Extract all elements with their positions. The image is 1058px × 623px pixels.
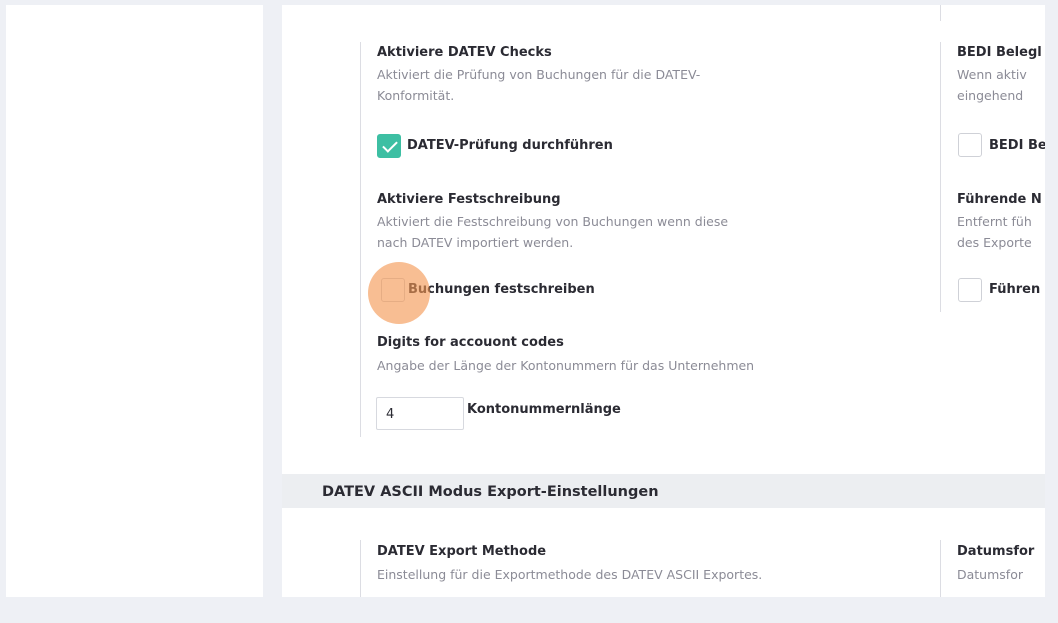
bedi-checkbox[interactable] [958,133,982,157]
click-indicator [368,262,430,324]
export-method-desc-line1: Einstellung für die Exportmethode des DA… [377,567,763,582]
datumsformat-title: Datumsfor [957,544,1035,559]
datev-check-checkbox[interactable] [377,134,401,158]
bedi-title: BEDI Belegl [957,45,1042,60]
datev-checks-title: Aktiviere DATEV Checks [377,45,552,60]
bedi-checkbox-label[interactable]: BEDI Be [989,138,1045,153]
fuehrende-desc-line1: Entfernt füh [957,214,1032,229]
datumsformat-desc: Datumsfor [957,567,1023,582]
right-column-clip: BEDI Belegl Wenn aktiv eingehend BEDI Be… [940,5,1045,597]
digits-desc: Angabe der Länge der Kontonummern für da… [377,358,755,373]
fuehrende-desc-line2: des Exporte [957,235,1032,250]
fuehrende-checkbox[interactable] [958,278,982,302]
bottom-background [0,597,1058,623]
ascii-section-header: DATEV ASCII Modus Export-Einstellungen [282,474,1045,508]
account-digits-label: Kontonummernlänge [467,402,621,417]
ascii-section-title: DATEV ASCII Modus Export-Einstellungen [322,484,659,500]
digits-title: Digits for accouont codes [377,335,564,350]
festschreibung-checkbox-label[interactable]: Buchungen festschreiben [408,282,595,297]
column-divider-ascii-left [360,540,361,597]
account-digits-input[interactable]: 4 [376,397,464,430]
datev-checks-desc-line2: Konformität. [377,88,455,103]
column-divider-left [360,42,361,437]
fuehrende-title: Führende N [957,192,1042,207]
festschreibung-desc-line2: nach DATEV importiert werden. [377,235,574,250]
bedi-desc-line1: Wenn aktiv [957,67,1027,82]
datev-check-checkbox-label[interactable]: DATEV-Prüfung durchführen [407,138,613,153]
bedi-desc-line2: eingehend [957,88,1024,103]
left-sidebar-panel [6,5,263,597]
festschreibung-desc-line1: Aktiviert die Festschreibung von Buchung… [377,214,729,229]
fuehrende-checkbox-label[interactable]: Führen [989,282,1040,297]
festschreibung-title: Aktiviere Festschreibung [377,192,561,207]
datev-checks-desc-line1: Aktiviert die Prüfung von Buchungen für … [377,67,701,82]
export-method-title: DATEV Export Methode [377,544,547,559]
